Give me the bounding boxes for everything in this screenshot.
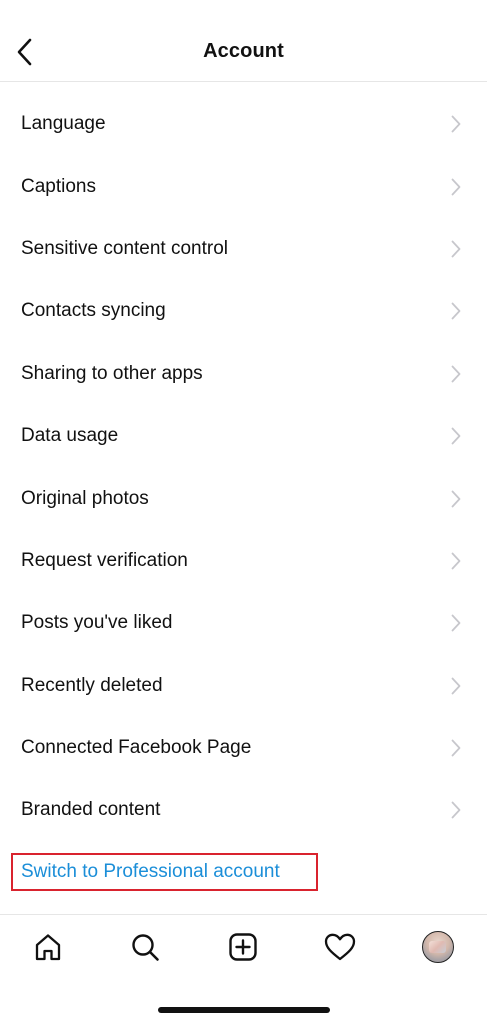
menu-item-captions[interactable]: Captions [0, 155, 487, 217]
menu-item-language[interactable]: Language [0, 93, 487, 155]
chevron-right-icon [449, 300, 463, 322]
menu-item-label: Request verification [21, 549, 188, 571]
chevron-right-icon [449, 799, 463, 821]
menu-item-request-verification[interactable]: Request verification [0, 530, 487, 592]
search-icon [132, 934, 159, 961]
menu-item-posts-youve-liked[interactable]: Posts you've liked [0, 592, 487, 654]
chevron-right-icon [449, 675, 463, 697]
header-bar: Account [0, 0, 487, 82]
chevron-right-icon [449, 488, 463, 510]
menu-item-data-usage[interactable]: Data usage [0, 405, 487, 467]
chevron-right-icon [449, 737, 463, 759]
chevron-right-icon [449, 113, 463, 135]
menu-item-label: Sensitive content control [21, 237, 229, 259]
page-title: Account [203, 40, 284, 62]
heart-icon [324, 933, 356, 961]
menu-item-connected-facebook-page[interactable]: Connected Facebook Page [0, 717, 487, 779]
chevron-right-icon [449, 176, 463, 198]
menu-item-label: Language [21, 113, 106, 135]
chevron-right-icon [449, 238, 463, 260]
new-post-icon [229, 933, 257, 961]
menu-item-label: Connected Facebook Page [21, 737, 252, 759]
tab-home[interactable] [30, 929, 66, 965]
menu-item-label: Captions [21, 175, 96, 197]
menu-item-label: Recently deleted [21, 674, 163, 696]
tab-search[interactable] [127, 929, 163, 965]
menu-item-branded-content[interactable]: Branded content [0, 779, 487, 841]
menu-item-recently-deleted[interactable]: Recently deleted [0, 655, 487, 717]
menu-item-label: Data usage [21, 425, 119, 447]
chevron-right-icon [449, 363, 463, 385]
bottom-tab-bar [0, 914, 487, 982]
switch-to-professional-link[interactable]: Switch to Professional account [11, 853, 318, 891]
chevron-right-icon [449, 612, 463, 634]
tab-profile[interactable] [420, 929, 456, 965]
menu-item-label: Posts you've liked [21, 612, 173, 634]
menu-item-label: Contacts syncing [21, 300, 166, 322]
avatar [422, 931, 454, 963]
menu-item-label: Branded content [21, 799, 161, 821]
menu-item-contacts-syncing[interactable]: Contacts syncing [0, 280, 487, 342]
tab-new-post[interactable] [225, 929, 261, 965]
menu-item-label: Sharing to other apps [21, 362, 203, 384]
chevron-right-icon [449, 425, 463, 447]
menu-item-sensitive-content-control[interactable]: Sensitive content control [0, 218, 487, 280]
menu-item-sharing-to-other-apps[interactable]: Sharing to other apps [0, 343, 487, 405]
tab-activity[interactable] [322, 929, 358, 965]
home-indicator [158, 1007, 330, 1013]
chevron-right-icon [449, 550, 463, 572]
home-icon [35, 934, 61, 961]
settings-menu: Language Captions Sensitive content cont… [0, 93, 487, 842]
switch-to-professional-label: Switch to Professional account [21, 861, 280, 882]
menu-item-label: Original photos [21, 487, 149, 509]
menu-item-original-photos[interactable]: Original photos [0, 467, 487, 529]
